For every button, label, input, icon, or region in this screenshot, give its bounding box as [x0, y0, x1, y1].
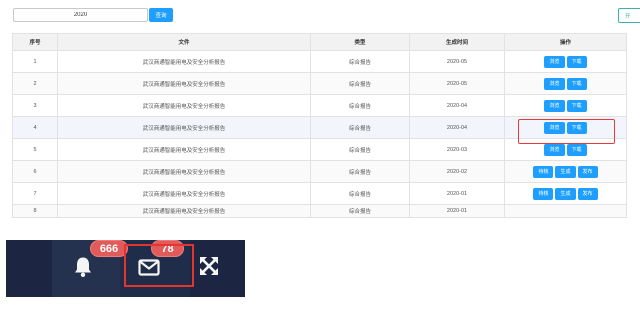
row-type: 综合报告	[310, 50, 410, 73]
row-file: 武汉商通智能用电及安全分析报告	[57, 50, 311, 73]
mail-icon[interactable]	[138, 259, 160, 278]
row-file: 武汉商通智能用电及安全分析报告	[57, 94, 311, 117]
row-actions: 浏览 下载	[504, 116, 627, 139]
row-type: 综合报告	[310, 72, 410, 95]
row-file: 武汉商通智能用电及安全分析报告	[57, 116, 311, 139]
year-input[interactable]	[13, 8, 148, 22]
table-row: 5 武汉商通智能用电及安全分析报告 综合报告 2020-03 浏览 下载	[12, 138, 627, 161]
view-button[interactable]: 浏览	[544, 55, 565, 68]
row-index: 3	[12, 94, 58, 117]
row-time: 2020-04	[409, 116, 505, 139]
row-actions	[504, 204, 627, 218]
table-row: 6 武汉商通智能用电及安全分析报告 综合报告 2020-02 待核 生成 发布	[12, 160, 627, 183]
row-actions: 浏览 下载	[504, 50, 627, 73]
download-button[interactable]: 下载	[566, 77, 587, 90]
col-type-header: 类型	[310, 33, 410, 51]
row-actions: 待核 生成 发布	[504, 160, 627, 183]
page: 查询 开 序号 文件 类型 生成时间 操作 1 武汉商通智能用电及安全分析报告 …	[0, 0, 640, 325]
notification-count-badge: 666	[90, 240, 128, 257]
publish-button[interactable]: 发布	[577, 165, 598, 178]
row-index: 4	[12, 116, 58, 139]
view-button[interactable]: 浏览	[544, 99, 565, 112]
row-type: 综合报告	[310, 94, 410, 117]
row-type: 综合报告	[310, 138, 410, 161]
row-actions: 浏览 下载	[504, 72, 627, 95]
generate-button[interactable]: 生成	[555, 165, 576, 178]
row-time: 2020-04	[409, 94, 505, 117]
generate-button[interactable]: 生成	[555, 187, 576, 200]
table-row: 3 武汉商通智能用电及安全分析报告 综合报告 2020-04 浏览 下载	[12, 94, 627, 117]
row-index: 6	[12, 160, 58, 183]
row-index: 1	[12, 50, 58, 73]
expand-icon[interactable]	[199, 256, 219, 278]
download-button[interactable]: 下载	[566, 121, 587, 134]
row-type: 综合报告	[310, 204, 410, 218]
row-time: 2020-01	[409, 204, 505, 218]
view-button[interactable]: 浏览	[544, 143, 565, 156]
row-type: 综合报告	[310, 160, 410, 183]
row-time: 2020-05	[409, 50, 505, 73]
row-file: 武汉商通智能用电及安全分析报告	[57, 160, 311, 183]
edge-button[interactable]: 开	[618, 8, 640, 23]
row-time: 2020-01	[409, 182, 505, 205]
table-row: 1 武汉商通智能用电及安全分析报告 综合报告 2020-05 浏览 下载	[12, 50, 627, 73]
view-button[interactable]: 浏览	[544, 77, 565, 90]
publish-button[interactable]: 发布	[577, 187, 598, 200]
table-row: 2 武汉商通智能用电及安全分析报告 综合报告 2020-05 浏览 下载	[12, 72, 627, 95]
message-count-badge: 78	[151, 240, 184, 257]
row-file: 武汉商通智能用电及安全分析报告	[57, 138, 311, 161]
row-time: 2020-02	[409, 160, 505, 183]
row-time: 2020-03	[409, 138, 505, 161]
row-index: 2	[12, 72, 58, 95]
search-button[interactable]: 查询	[149, 8, 173, 22]
search-row: 查询	[13, 8, 173, 23]
table-row: 8 武汉商通智能用电及安全分析报告 综合报告 2020-01	[12, 204, 627, 218]
row-type: 综合报告	[310, 116, 410, 139]
row-file: 武汉商通智能用电及安全分析报告	[57, 182, 311, 205]
col-time-header: 生成时间	[409, 33, 505, 51]
download-button[interactable]: 下载	[566, 99, 587, 112]
col-file-header: 文件	[57, 33, 311, 51]
row-index: 8	[12, 204, 58, 218]
row-time: 2020-05	[409, 72, 505, 95]
download-button[interactable]: 下载	[566, 143, 587, 156]
row-actions: 待核 生成 发布	[504, 182, 627, 205]
review-button[interactable]: 待核	[533, 165, 554, 178]
row-index: 5	[12, 138, 58, 161]
table-row: 7 武汉商通智能用电及安全分析报告 综合报告 2020-01 待核 生成 发布	[12, 182, 627, 205]
row-index: 7	[12, 182, 58, 205]
row-actions: 浏览 下载	[504, 94, 627, 117]
report-table: 序号 文件 类型 生成时间 操作 1 武汉商通智能用电及安全分析报告 综合报告 …	[12, 33, 627, 218]
table-row-hovered: 4 武汉商通智能用电及安全分析报告 综合报告 2020-04 浏览 下载	[12, 116, 627, 139]
row-type: 综合报告	[310, 182, 410, 205]
download-button[interactable]: 下载	[566, 55, 587, 68]
view-button[interactable]: 浏览	[544, 121, 565, 134]
col-index-header: 序号	[12, 33, 58, 51]
row-file: 武汉商通智能用电及安全分析报告	[57, 72, 311, 95]
row-actions: 浏览 下载	[504, 138, 627, 161]
table-header-row: 序号 文件 类型 生成时间 操作	[12, 33, 627, 51]
row-file: 武汉商通智能用电及安全分析报告	[57, 204, 311, 218]
review-button[interactable]: 待核	[533, 187, 554, 200]
col-actions-header: 操作	[504, 33, 627, 51]
bell-icon[interactable]	[73, 256, 93, 280]
